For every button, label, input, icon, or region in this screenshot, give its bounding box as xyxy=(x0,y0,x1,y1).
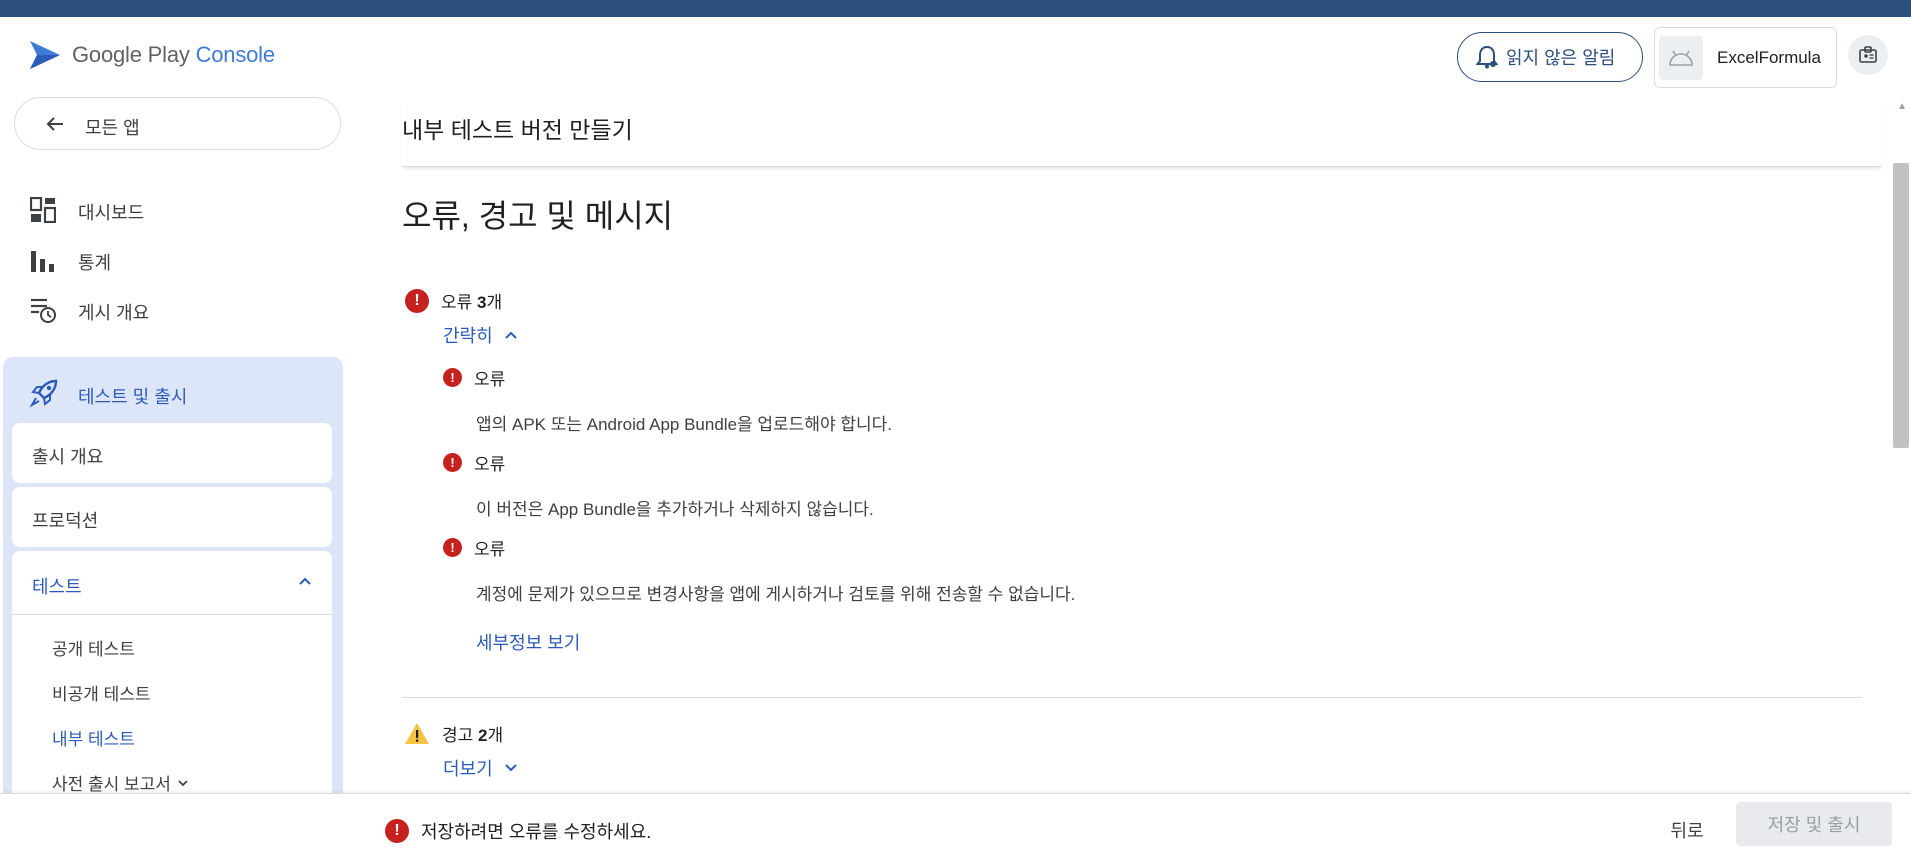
sidebar-item-testing[interactable]: 테스트 xyxy=(12,551,332,615)
main-content: 내부 테스트 버전 만들기 오류, 경고 및 메시지 ! 오류 3개 간략히 !… xyxy=(362,97,1911,793)
sidebar-item-release-overview[interactable]: 출시 개요 xyxy=(12,423,332,483)
page-title: 내부 테스트 버전 만들기 xyxy=(402,117,633,143)
testing-label: 테스트 xyxy=(32,577,82,597)
top-strip xyxy=(0,0,1911,17)
sidebar-item-label: 통계 xyxy=(78,253,112,273)
error-label: 오류 xyxy=(474,370,506,389)
sidebar-item-publishing-overview[interactable]: 게시 개요 xyxy=(0,286,350,332)
publishing-overview-icon xyxy=(31,298,56,323)
sidebar-item-statistics[interactable]: 통계 xyxy=(0,236,350,282)
unread-notifications-button[interactable]: 읽지 않은 알림 xyxy=(1457,32,1643,82)
warnings-expand-toggle[interactable]: 더보기 xyxy=(443,755,519,781)
sidebar-item-closed-testing[interactable]: 비공개 테스트 xyxy=(52,680,151,705)
scrollbar[interactable]: ▲ xyxy=(1889,97,1911,793)
play-console-logo[interactable]: Google Play Console xyxy=(28,39,275,71)
play-console-logo-icon xyxy=(30,41,60,69)
brand-name: Google Play Console xyxy=(72,42,275,68)
all-apps-button[interactable]: 모든 앱 xyxy=(14,97,341,150)
footer-error-message: ! 저장하려면 오류를 수정하세요. xyxy=(385,818,651,844)
error-label: 오류 xyxy=(474,455,506,474)
account-name: ExcelFormula xyxy=(1717,47,1821,67)
badge-icon xyxy=(1859,46,1877,63)
error-icon: ! xyxy=(405,288,429,313)
developer-profile-button[interactable] xyxy=(1848,35,1888,75)
app-avatar xyxy=(1659,35,1703,80)
sidebar-item-pre-launch-report[interactable]: 사전 출시 보고서 xyxy=(52,770,189,793)
sidebar-item-label: 프로덕션 xyxy=(32,511,99,531)
error-item: ! 오류 xyxy=(443,450,505,475)
errors-heading: ! 오류 3개 xyxy=(405,288,502,313)
testing-group: 테스트 공개 테스트 비공개 테스트 내부 테스트 사전 출시 보고서 xyxy=(12,551,332,793)
rocket-icon xyxy=(29,379,58,408)
errors-collapse-toggle[interactable]: 간략히 xyxy=(443,322,519,348)
warning-icon xyxy=(405,723,429,744)
android-icon xyxy=(1669,50,1693,66)
error-item: ! 오류 xyxy=(443,535,505,560)
sidebar-item-test-and-release[interactable]: 테스트 및 출시 xyxy=(3,369,343,417)
scrollbar-thumb[interactable] xyxy=(1893,163,1909,448)
sidebar-item-dashboard[interactable]: 대시보드 xyxy=(0,186,350,232)
all-apps-label: 모든 앱 xyxy=(85,118,140,138)
error-icon: ! xyxy=(385,819,409,843)
error-message: 앱의 APK 또는 Android App Bundle을 업로드해야 합니다. xyxy=(476,415,892,434)
chevron-down-icon xyxy=(504,764,517,772)
sidebar-item-label: 대시보드 xyxy=(78,203,145,223)
footer-message-text: 저장하려면 오류를 수정하세요. xyxy=(421,822,652,842)
view-details-link[interactable]: 세부정보 보기 xyxy=(476,629,580,655)
account-switcher[interactable]: ExcelFormula xyxy=(1654,27,1837,88)
chevron-up-icon xyxy=(504,331,517,339)
error-message: 계정에 문제가 있으므로 변경사항을 앱에 게시하거나 검토를 위해 전송할 수… xyxy=(476,585,1076,604)
warnings-heading: 경고 2개 xyxy=(404,721,503,746)
sidebar-item-production[interactable]: 프로덕션 xyxy=(12,487,332,547)
collapse-label: 간략히 xyxy=(443,326,493,346)
expand-label: 더보기 xyxy=(443,759,493,779)
sidebar: 모든 앱 대시보드 통계 게시 개요 테스트 및 출시 출시 개요 프로덕션 테… xyxy=(0,97,350,793)
footer-bar: ! 저장하려면 오류를 수정하세요. 뒤로 저장 및 출시 xyxy=(0,793,1911,867)
error-item: ! 오류 xyxy=(443,365,505,390)
section-title: 오류, 경고 및 메시지 xyxy=(402,198,674,234)
sidebar-item-internal-testing[interactable]: 내부 테스트 xyxy=(52,725,135,750)
section-divider xyxy=(402,697,1862,698)
brand-main: Google Play xyxy=(72,42,190,67)
brand-accent: Console xyxy=(195,42,276,67)
error-message: 이 버전은 App Bundle을 추가하거나 삭제하지 않습니다. xyxy=(476,500,874,519)
warnings-heading-text: 경고 2개 xyxy=(442,726,504,745)
app-header: Google Play Console 읽지 않은 알림 ExcelFormul… xyxy=(0,17,1911,97)
test-and-release-label: 테스트 및 출시 xyxy=(78,387,188,407)
errors-heading-text: 오류 3개 xyxy=(441,293,503,312)
chevron-down-icon xyxy=(178,779,188,786)
notifications-label: 읽지 않은 알림 xyxy=(1506,48,1616,68)
dashboard-icon xyxy=(30,197,56,223)
release-section: 테스트 및 출시 출시 개요 프로덕션 테스트 공개 테스트 비공개 테스트 내… xyxy=(3,357,343,793)
error-icon: ! xyxy=(443,538,462,557)
error-icon: ! xyxy=(443,453,462,472)
bell-icon xyxy=(1476,45,1498,69)
scroll-up-icon[interactable]: ▲ xyxy=(1897,101,1907,112)
pre-launch-report-label: 사전 출시 보고서 xyxy=(52,775,171,793)
sidebar-item-label: 게시 개요 xyxy=(78,303,150,323)
arrow-back-icon xyxy=(46,117,63,131)
page-title-bar: 내부 테스트 버전 만들기 xyxy=(402,97,1882,167)
chevron-up-icon xyxy=(299,577,311,585)
sidebar-item-label: 출시 개요 xyxy=(32,447,104,467)
bar-chart-icon xyxy=(31,251,54,272)
error-label: 오류 xyxy=(474,540,506,559)
back-button[interactable]: 뒤로 xyxy=(1655,808,1719,852)
save-and-release-button[interactable]: 저장 및 출시 xyxy=(1736,802,1892,846)
sidebar-item-open-testing[interactable]: 공개 테스트 xyxy=(52,635,135,660)
error-icon: ! xyxy=(443,368,462,387)
